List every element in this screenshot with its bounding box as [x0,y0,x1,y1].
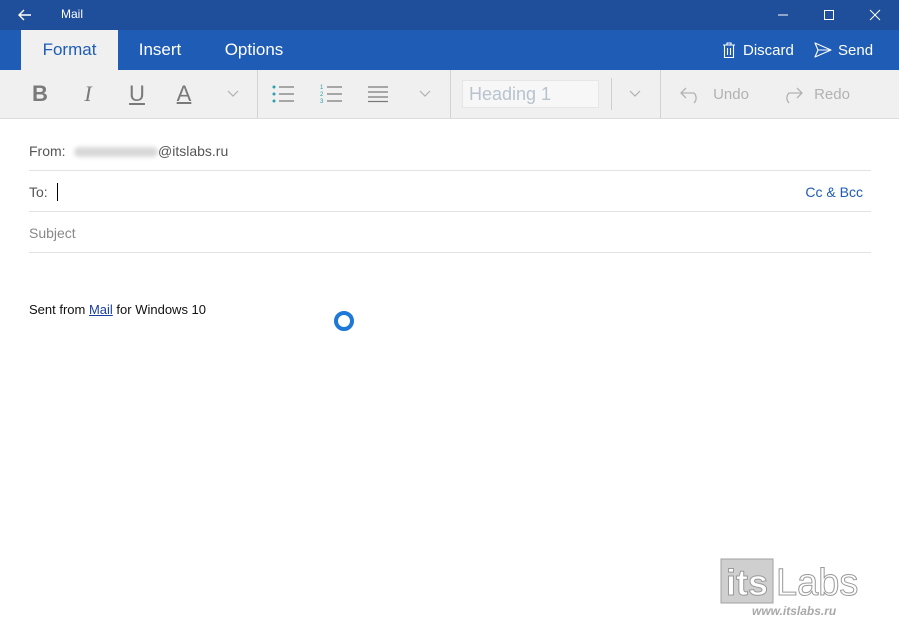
alignment-button[interactable] [362,70,394,118]
format-toolbar: B I U A 1 2 3 Heading 1 Undo Redo [0,70,899,119]
align-icon [368,86,388,103]
style-selector[interactable]: Heading 1 [462,80,599,108]
from-address-domain: @itslabs.ru [158,143,229,159]
tab-format[interactable]: Format [21,30,118,70]
redo-icon [786,87,803,104]
redo-label: Redo [814,85,850,103]
from-blurred-username [74,147,158,157]
send-label: Send [838,41,874,59]
underline-label: U [129,81,145,106]
signature-text-end: for Windows 10 [112,302,207,317]
bold-button[interactable]: B [24,70,56,118]
svg-text:1: 1 [320,85,324,91]
signature-mail-link[interactable]: Mail [89,302,113,317]
style-dropdown[interactable] [622,70,648,118]
chevron-down-icon [629,90,641,97]
close-button[interactable] [852,0,898,30]
style-divider [611,78,612,110]
font-color-button[interactable]: A [168,70,200,118]
tab-options[interactable]: Options [210,30,298,70]
svg-text:Labs: Labs [776,562,858,604]
italic-button[interactable]: I [72,70,104,118]
discard-label: Discard [743,41,794,59]
ribbon-tabs-bar: Format Insert Options Discard Send [0,30,899,70]
underline-button[interactable]: U [121,70,153,118]
font-color-label: A [176,81,192,106]
maximize-icon [824,10,834,20]
tab-insert[interactable]: Insert [124,30,196,70]
cc-bcc-link[interactable]: Cc & Bcc [805,184,863,200]
svg-text:its: its [726,562,768,603]
undo-icon [680,87,697,104]
from-label: From: [29,143,66,159]
undo-label: Undo [713,85,749,103]
toolbar-divider [660,70,661,118]
from-row: From: @itslabs.ru [29,130,871,171]
chevron-down-icon [227,90,239,97]
redo-button[interactable]: Redo [778,70,852,118]
to-field[interactable]: To: Cc & Bcc [29,171,871,212]
watermark-url: www.itslabs.ru [752,604,837,618]
send-icon [814,42,832,58]
font-options-dropdown[interactable] [220,70,246,118]
text-caret [57,183,58,201]
paragraph-options-dropdown[interactable] [412,70,438,118]
back-button[interactable] [12,5,38,25]
bullet-list-icon [272,85,294,103]
minimize-button[interactable] [760,0,806,30]
minimize-icon [778,14,788,16]
loading-spinner-icon [334,311,354,331]
message-body[interactable]: Sent from Mail for Windows 10 [29,302,206,317]
to-label: To: [29,184,48,200]
close-icon [869,9,881,21]
undo-button[interactable]: Undo [676,70,752,118]
send-button[interactable]: Send [814,30,873,70]
window-title: Mail [61,7,84,21]
back-arrow-icon [18,9,31,21]
bullets-button[interactable] [266,70,300,118]
trash-icon [723,42,735,59]
italic-label: I [84,81,92,106]
maximize-button[interactable] [806,0,852,30]
svg-text:2: 2 [320,92,324,98]
toolbar-divider [257,70,258,118]
toolbar-divider [450,70,451,118]
numbered-list-icon: 1 2 3 [320,85,342,104]
bold-label: B [32,81,48,106]
chevron-down-icon [419,90,431,97]
svg-text:3: 3 [320,99,324,104]
title-bar: Mail [0,0,899,30]
signature-text: Sent from [29,302,89,317]
numbering-button[interactable]: 1 2 3 [314,70,348,118]
subject-placeholder: Subject [29,225,76,241]
discard-button[interactable]: Discard [721,30,794,70]
subject-field[interactable]: Subject [29,212,871,253]
